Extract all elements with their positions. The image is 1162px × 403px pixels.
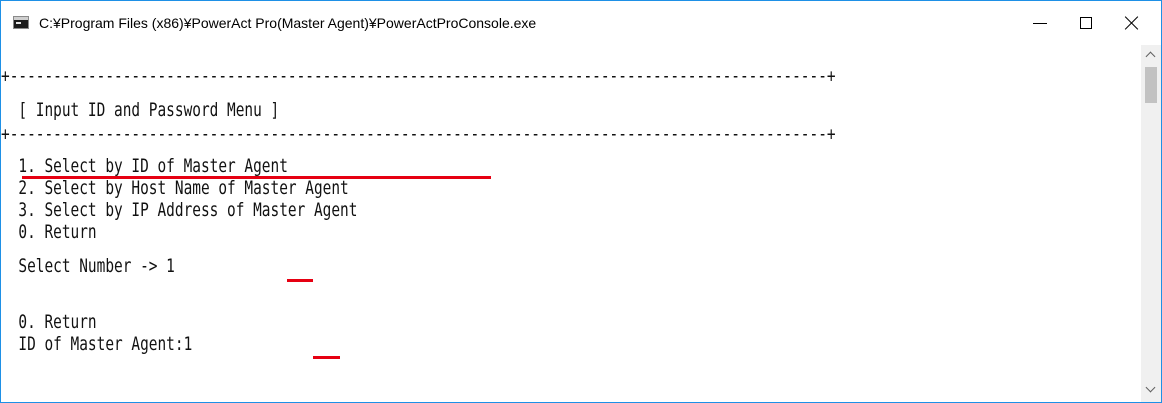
menu-option-3: 3. Select by IP Address of Master Agent: [1, 199, 358, 221]
maximize-button[interactable]: [1063, 1, 1109, 45]
console-app-icon[interactable]: [13, 16, 29, 29]
minimize-icon: [1033, 22, 1047, 24]
menu-option-1: 1. Select by ID of Master Agent: [1, 155, 288, 177]
scroll-up-arrow-icon[interactable]: [1141, 45, 1161, 65]
id-prompt: ID of Master Agent:1: [1, 333, 193, 355]
window-title: C:¥Program Files (x86)¥PowerAct Pro(Mast…: [39, 15, 537, 31]
menu-border-bottom: +---------------------------------------…: [1, 123, 836, 145]
close-button[interactable]: [1109, 1, 1155, 45]
scroll-down-arrow-icon[interactable]: [1141, 382, 1161, 402]
console-output[interactable]: +---------------------------------------…: [1, 45, 1141, 402]
menu-option-0: 0. Return: [1, 221, 97, 243]
menu-option-2: 2. Select by Host Name of Master Agent: [1, 177, 349, 199]
console-window: C:¥Program Files (x86)¥PowerAct Pro(Mast…: [0, 0, 1162, 403]
close-icon: [1124, 15, 1140, 31]
scroll-thumb[interactable]: [1145, 67, 1157, 103]
maximize-icon: [1080, 17, 1092, 29]
highlight-underline-select-number: [287, 279, 313, 282]
vertical-scrollbar[interactable]: [1141, 45, 1161, 402]
menu-border-top: +---------------------------------------…: [1, 65, 836, 87]
select-number-prompt: Select Number -> 1: [1, 255, 175, 277]
return-option: 0. Return: [1, 311, 97, 333]
highlight-underline-option-1: [22, 176, 491, 179]
highlight-underline-id-value: [313, 356, 340, 359]
menu-title: [ Input ID and Password Menu ]: [1, 99, 280, 121]
title-bar[interactable]: C:¥Program Files (x86)¥PowerAct Pro(Mast…: [1, 1, 1161, 45]
minimize-button[interactable]: [1017, 1, 1063, 45]
